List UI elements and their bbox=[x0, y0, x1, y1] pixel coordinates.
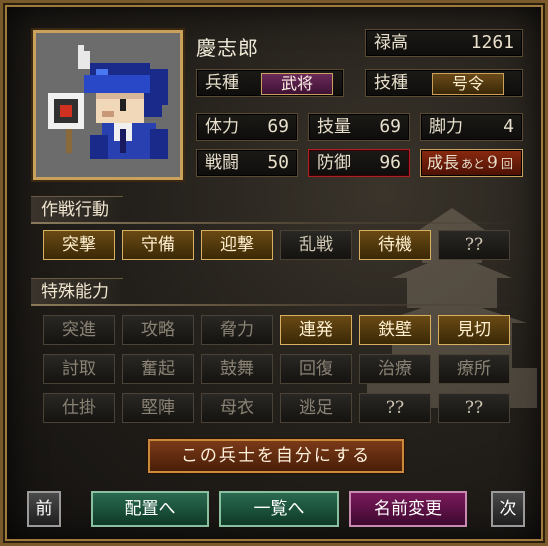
ability-cell[interactable]: 母衣 bbox=[201, 393, 273, 423]
pixel-samurai-icon bbox=[36, 33, 180, 177]
ability-cell[interactable]: 治療 bbox=[359, 354, 431, 384]
ability-cell[interactable]: 療所 bbox=[438, 354, 510, 384]
skill-type-box: 技種 号令 bbox=[365, 69, 523, 97]
speed-value: 4 bbox=[503, 116, 514, 137]
skill-type-label: 技種 bbox=[374, 73, 408, 93]
stipend-value: 1261 bbox=[470, 32, 514, 53]
prev-button[interactable]: 前 bbox=[27, 491, 61, 527]
tactic-button[interactable]: 待機 bbox=[359, 230, 431, 260]
growth-label: 成長 bbox=[427, 153, 460, 172]
ability-cell[interactable]: 逃足 bbox=[280, 393, 352, 423]
stat-growth: 成長 あと 9 回 bbox=[420, 149, 523, 177]
character-portrait bbox=[33, 30, 183, 180]
tactics-divider bbox=[31, 222, 521, 224]
combat-label: 戦闘 bbox=[205, 153, 239, 173]
ability-cell[interactable]: 鉄壁 bbox=[359, 315, 431, 345]
stamina-value: 69 bbox=[267, 116, 289, 137]
skill-value: 69 bbox=[379, 116, 401, 137]
abilities-divider bbox=[31, 304, 521, 306]
stat-speed: 脚力 4 bbox=[420, 113, 523, 141]
ability-cell[interactable]: 仕掛 bbox=[43, 393, 115, 423]
rename-button[interactable]: 名前変更 bbox=[349, 491, 467, 527]
ability-cell[interactable]: 奮起 bbox=[122, 354, 194, 384]
make-own-button[interactable]: この兵士を自分にする bbox=[148, 439, 404, 473]
growth-suffix: 回 bbox=[501, 157, 514, 171]
troop-type-tag: 武将 bbox=[261, 73, 333, 95]
tactic-button[interactable]: ?? bbox=[438, 230, 510, 260]
growth-prefix: あと bbox=[461, 157, 486, 171]
skill-type-tag: 号令 bbox=[432, 73, 504, 95]
ability-cell[interactable]: ?? bbox=[438, 393, 510, 423]
tactic-button[interactable]: 突撃 bbox=[43, 230, 115, 260]
stat-skill: 技量 69 bbox=[308, 113, 410, 141]
ability-cell[interactable]: 討取 bbox=[43, 354, 115, 384]
tactics-header: 作戦行動 bbox=[31, 196, 123, 222]
stat-stamina: 体力 69 bbox=[196, 113, 298, 141]
stipend-label: 禄高 bbox=[374, 33, 408, 53]
tactic-button[interactable]: 乱戦 bbox=[280, 230, 352, 260]
ability-cell[interactable]: 突進 bbox=[43, 315, 115, 345]
stipend-box: 禄高 1261 bbox=[365, 29, 523, 57]
ability-cell[interactable]: 回復 bbox=[280, 354, 352, 384]
ability-cell[interactable]: 堅陣 bbox=[122, 393, 194, 423]
troop-type-box: 兵種 武将 bbox=[196, 69, 344, 97]
tactic-button[interactable]: 迎撃 bbox=[201, 230, 273, 260]
character-name: 慶志郎 bbox=[196, 36, 259, 60]
stamina-label: 体力 bbox=[205, 117, 239, 137]
abilities-header: 特殊能力 bbox=[31, 278, 123, 304]
skill-label: 技量 bbox=[317, 117, 351, 137]
ability-cell[interactable]: ?? bbox=[359, 393, 431, 423]
ability-cell[interactable]: 見切 bbox=[438, 315, 510, 345]
troop-type-label: 兵種 bbox=[205, 73, 239, 93]
list-button[interactable]: 一覧へ bbox=[219, 491, 339, 527]
next-button[interactable]: 次 bbox=[491, 491, 525, 527]
defense-label: 防御 bbox=[317, 153, 351, 173]
deploy-button[interactable]: 配置へ bbox=[91, 491, 209, 527]
stat-defense: 防御 96 bbox=[308, 149, 410, 177]
ability-cell[interactable]: 脅力 bbox=[201, 315, 273, 345]
status-window: 慶志郎 禄高 1261 兵種 武将 技種 号令 体力 69 技量 69 脚力 4… bbox=[0, 0, 548, 546]
defense-value: 96 bbox=[379, 152, 401, 173]
stat-combat: 戦闘 50 bbox=[196, 149, 298, 177]
combat-value: 50 bbox=[267, 152, 289, 173]
ability-cell[interactable]: 攻略 bbox=[122, 315, 194, 345]
ability-cell[interactable]: 連発 bbox=[280, 315, 352, 345]
growth-value: 9 bbox=[487, 153, 498, 173]
speed-label: 脚力 bbox=[429, 117, 463, 137]
ability-cell[interactable]: 鼓舞 bbox=[201, 354, 273, 384]
tactic-button[interactable]: 守備 bbox=[122, 230, 194, 260]
